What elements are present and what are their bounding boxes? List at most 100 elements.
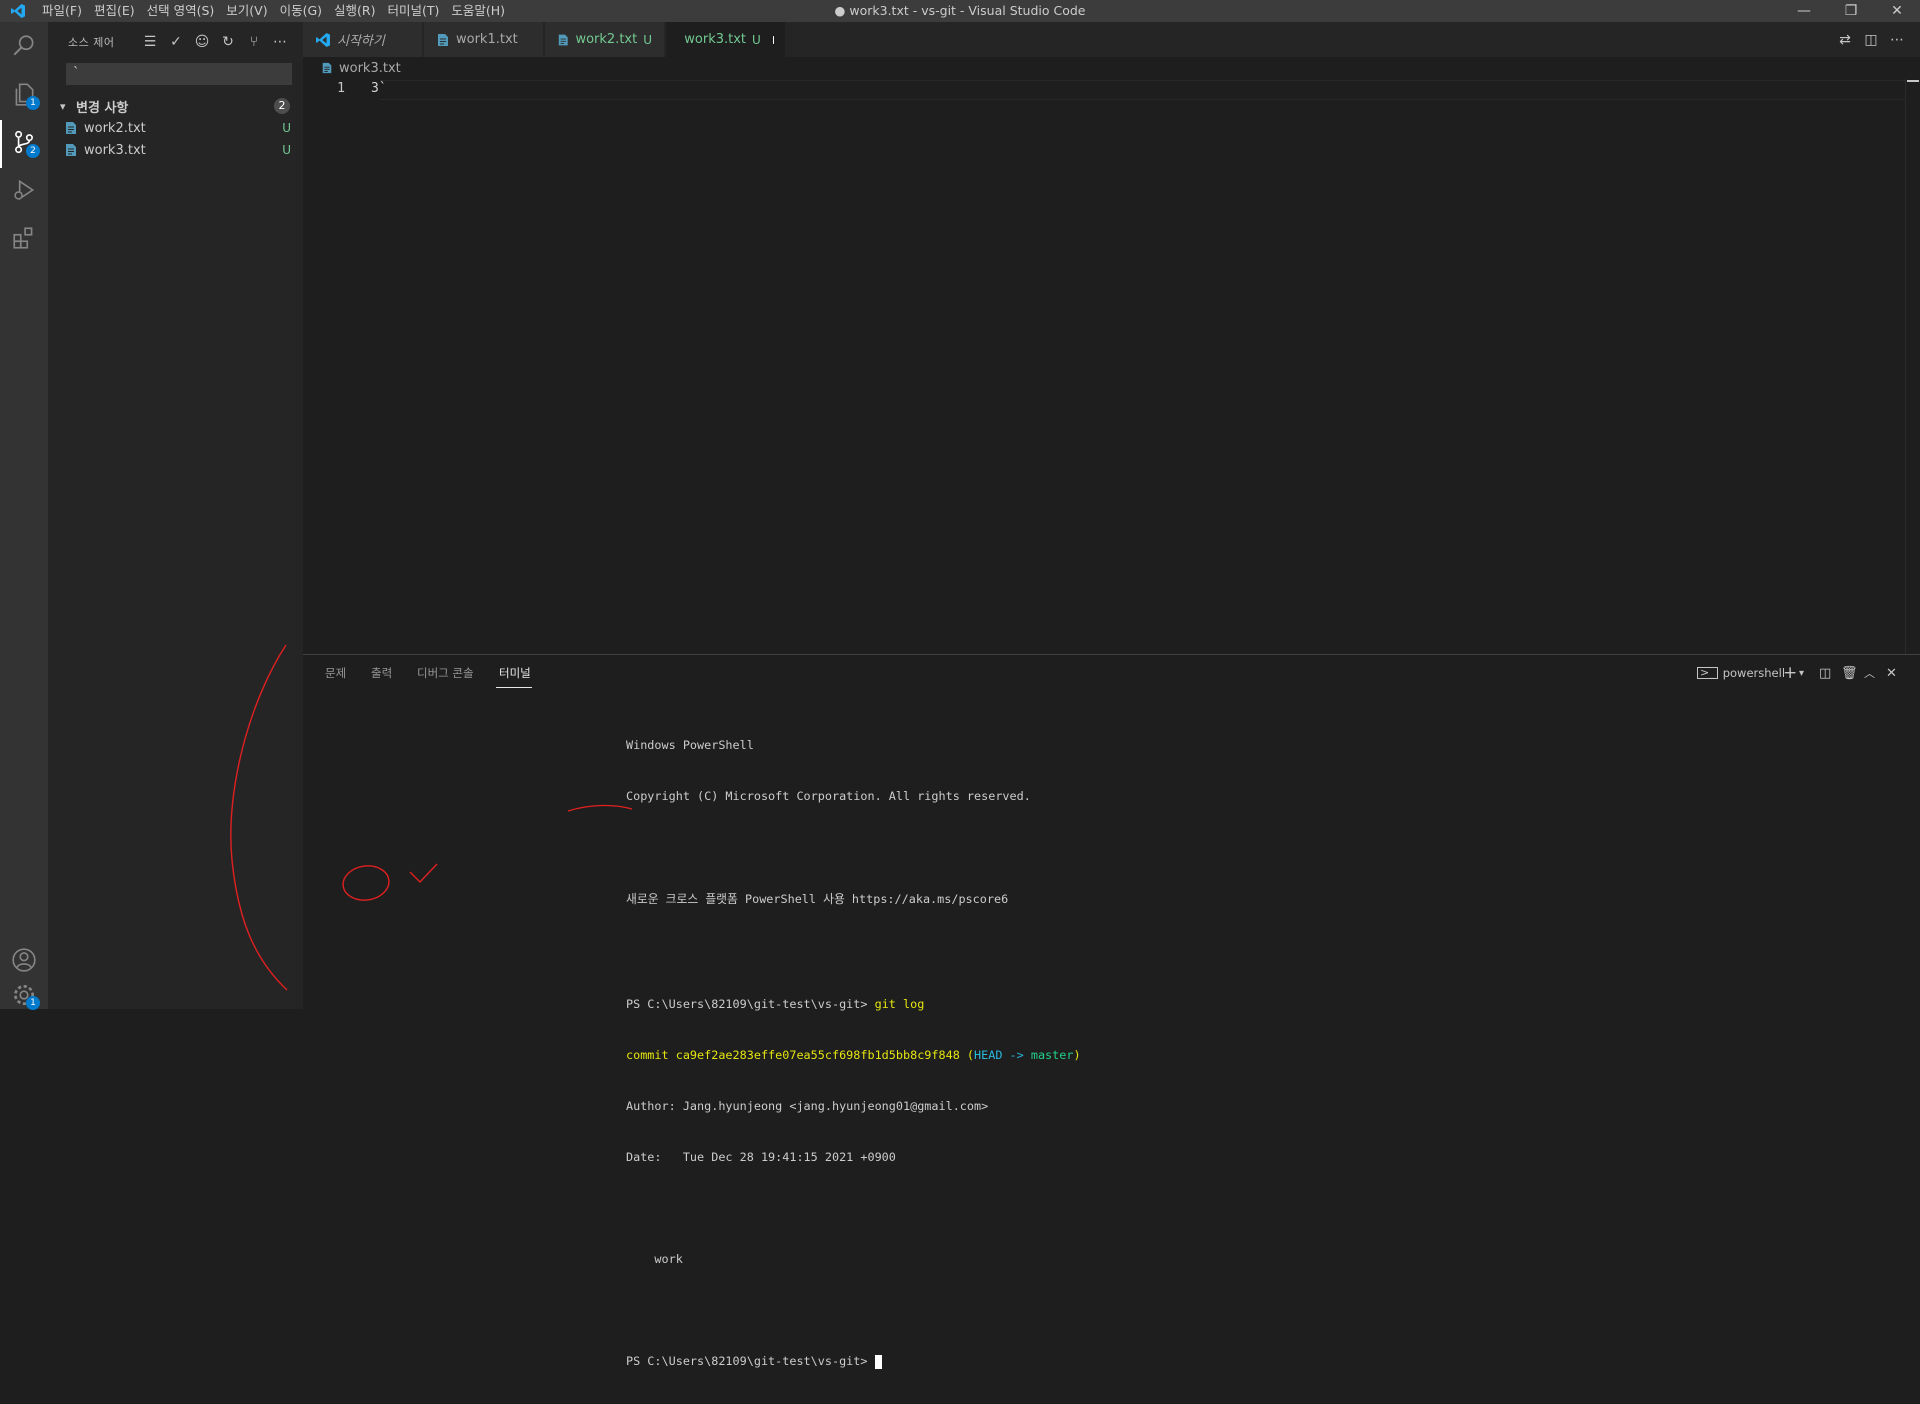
breadcrumb-file[interactable]: work3.txt bbox=[339, 61, 401, 76]
current-line-highlight bbox=[380, 80, 1905, 100]
more-actions-icon[interactable]: ⋯ bbox=[270, 32, 290, 52]
terminal-line bbox=[626, 839, 1081, 856]
commit-message-input[interactable]: ` bbox=[66, 63, 292, 85]
menu-view[interactable]: 보기(V) bbox=[220, 0, 273, 22]
menu-edit[interactable]: 편집(E) bbox=[88, 0, 141, 22]
cursor-position-mark bbox=[1907, 80, 1919, 82]
terminal-command-line: PS C:\Users\82109\git-test\vs-git> git l… bbox=[626, 996, 1081, 1013]
terminal-selector[interactable]: >_ powershell bbox=[1697, 664, 1785, 682]
active-tab-underline bbox=[496, 687, 532, 688]
maximize-panel-icon[interactable]: ︿ bbox=[1864, 664, 1875, 682]
file-icon bbox=[436, 33, 450, 47]
open-changes-icon[interactable]: ⇄ bbox=[1835, 30, 1855, 50]
file-icon bbox=[64, 121, 78, 135]
menu-selection[interactable]: 선택 영역(S) bbox=[141, 0, 221, 22]
activity-bar: 1 2 1 bbox=[0, 22, 48, 1009]
view-as-tree-icon[interactable]: ☰ bbox=[140, 32, 160, 52]
refresh-icon[interactable]: ↻ bbox=[218, 32, 238, 52]
commit-message: work bbox=[626, 1251, 1081, 1268]
trash-icon[interactable]: 🗑 bbox=[1841, 664, 1858, 682]
shell-label: powershell bbox=[1723, 666, 1785, 680]
split-terminal-icon[interactable]: ◫ bbox=[1819, 664, 1831, 682]
menu-file[interactable]: 파일(F) bbox=[36, 0, 88, 22]
extensions-icon[interactable] bbox=[0, 214, 48, 262]
terminal-line: Author: Jang.hyunjeong <jang.hyunjeong01… bbox=[626, 1098, 1081, 1115]
accounts-icon[interactable] bbox=[0, 936, 48, 984]
explorer-badge: 1 bbox=[26, 96, 40, 110]
commit-check-icon[interactable]: ✓ bbox=[166, 32, 186, 52]
breadcrumb: work3.txt bbox=[303, 57, 1920, 79]
close-panel-icon[interactable]: ✕ bbox=[1886, 664, 1897, 682]
terminal-line bbox=[626, 945, 1081, 962]
terminal-cursor bbox=[875, 1355, 882, 1369]
bottom-panel: 문제 출력 디버그 콘솔 터미널 >_ powershell + ▾ ◫ 🗑 ︿… bbox=[303, 654, 1920, 1010]
terminal-prompt: PS C:\Users\82109\git-test\vs-git> bbox=[626, 1354, 875, 1368]
tab-label: work1.txt bbox=[456, 32, 518, 47]
tab-status: U bbox=[643, 33, 652, 47]
tab-label: work2.txt bbox=[575, 32, 637, 47]
file-name: work2.txt bbox=[84, 121, 146, 136]
menu-help[interactable]: 도움말(H) bbox=[445, 0, 511, 22]
chevron-down-icon[interactable]: ▾ bbox=[1799, 664, 1804, 682]
line-number: 1 bbox=[303, 81, 345, 96]
active-view-indicator bbox=[0, 120, 2, 168]
search-icon[interactable] bbox=[0, 22, 48, 70]
sidebar-title: 소스 제어 bbox=[68, 34, 114, 50]
menu-go[interactable]: 이동(G) bbox=[274, 0, 328, 22]
commit-close: ) bbox=[1073, 1048, 1080, 1062]
source-control-sidebar: 소스 제어 ☰ ✓ ☺ ↻ ⑂ ⋯ ` ▾ 변경 사항 2 work2.txt … bbox=[48, 22, 303, 1009]
commit-branch: master bbox=[1031, 1048, 1074, 1062]
source-control-badge: 2 bbox=[26, 144, 40, 158]
restore-button[interactable]: ❐ bbox=[1828, 0, 1874, 22]
tab-work3[interactable]: work3.txt U bbox=[666, 22, 786, 57]
tab-problems[interactable]: 문제 bbox=[325, 665, 346, 681]
overview-ruler[interactable] bbox=[1905, 79, 1920, 654]
explorer-icon[interactable]: 1 bbox=[0, 70, 48, 118]
source-control-icon[interactable]: 2 bbox=[0, 118, 48, 166]
changes-label: 변경 사항 bbox=[76, 97, 128, 116]
menu-run[interactable]: 실행(R) bbox=[328, 0, 381, 22]
split-editor-icon[interactable]: ◫ bbox=[1861, 30, 1881, 50]
commit-line: commit ca9ef2ae283effe07ea55cf698fb1d5bb… bbox=[626, 1047, 1081, 1064]
tab-label: 시작하기 bbox=[337, 30, 385, 49]
terminal-line: Windows PowerShell bbox=[626, 737, 1081, 754]
changed-file-work2[interactable]: work2.txt U bbox=[48, 117, 303, 139]
tab-debug-console[interactable]: 디버그 콘솔 bbox=[417, 665, 474, 681]
tab-status: U bbox=[752, 33, 761, 47]
tab-output[interactable]: 출력 bbox=[371, 665, 392, 681]
commit-hash: commit ca9ef2ae283effe07ea55cf698fb1d5bb… bbox=[626, 1048, 974, 1062]
terminal-line bbox=[626, 1200, 1081, 1217]
title-bar: 파일(F) 편집(E) 선택 영역(S) 보기(V) 이동(G) 실행(R) 터… bbox=[0, 0, 1920, 22]
terminal-prompt-line: PS C:\Users\82109\git-test\vs-git> bbox=[626, 1353, 1081, 1370]
tab-work2[interactable]: work2.txt U bbox=[545, 22, 665, 57]
tab-label: work3.txt bbox=[684, 32, 746, 47]
tab-terminal[interactable]: 터미널 bbox=[499, 665, 531, 681]
commit-head: HEAD -> bbox=[974, 1048, 1031, 1062]
manage-badge: 1 bbox=[26, 996, 40, 1010]
git-pull-request-icon[interactable]: ⑂ bbox=[244, 32, 264, 52]
menu-bar: 파일(F) 편집(E) 선택 영역(S) 보기(V) 이동(G) 실행(R) 터… bbox=[36, 0, 511, 22]
tab-work1[interactable]: work1.txt bbox=[424, 22, 544, 57]
close-window-button[interactable]: ✕ bbox=[1874, 0, 1920, 22]
code-line[interactable]: 3` bbox=[371, 81, 387, 96]
file-status: U bbox=[282, 121, 291, 135]
terminal-line: Date: Tue Dec 28 19:41:15 2021 +0900 bbox=[626, 1149, 1081, 1166]
vscode-icon bbox=[315, 32, 331, 48]
changes-group-header[interactable]: ▾ 변경 사항 2 bbox=[60, 95, 300, 117]
changes-count-badge: 2 bbox=[274, 98, 290, 114]
tab-welcome[interactable]: 시작하기 bbox=[303, 22, 423, 57]
minimize-button[interactable]: — bbox=[1781, 0, 1827, 22]
vscode-logo-icon[interactable] bbox=[10, 3, 26, 19]
run-debug-icon[interactable] bbox=[0, 166, 48, 214]
file-status: U bbox=[282, 143, 291, 157]
new-terminal-icon[interactable]: + bbox=[1783, 664, 1797, 682]
file-icon bbox=[557, 33, 569, 47]
editor-more-icon[interactable]: ⋯ bbox=[1887, 30, 1907, 50]
smiley-icon[interactable]: ☺ bbox=[192, 32, 212, 52]
manage-gear-icon[interactable]: 1 bbox=[0, 984, 48, 1009]
file-icon bbox=[321, 62, 333, 74]
menu-terminal[interactable]: 터미널(T) bbox=[382, 0, 446, 22]
terminal-output[interactable]: Windows PowerShell Copyright (C) Microso… bbox=[626, 703, 1081, 1404]
file-name: work3.txt bbox=[84, 143, 146, 158]
changed-file-work3[interactable]: work3.txt U bbox=[48, 139, 303, 161]
